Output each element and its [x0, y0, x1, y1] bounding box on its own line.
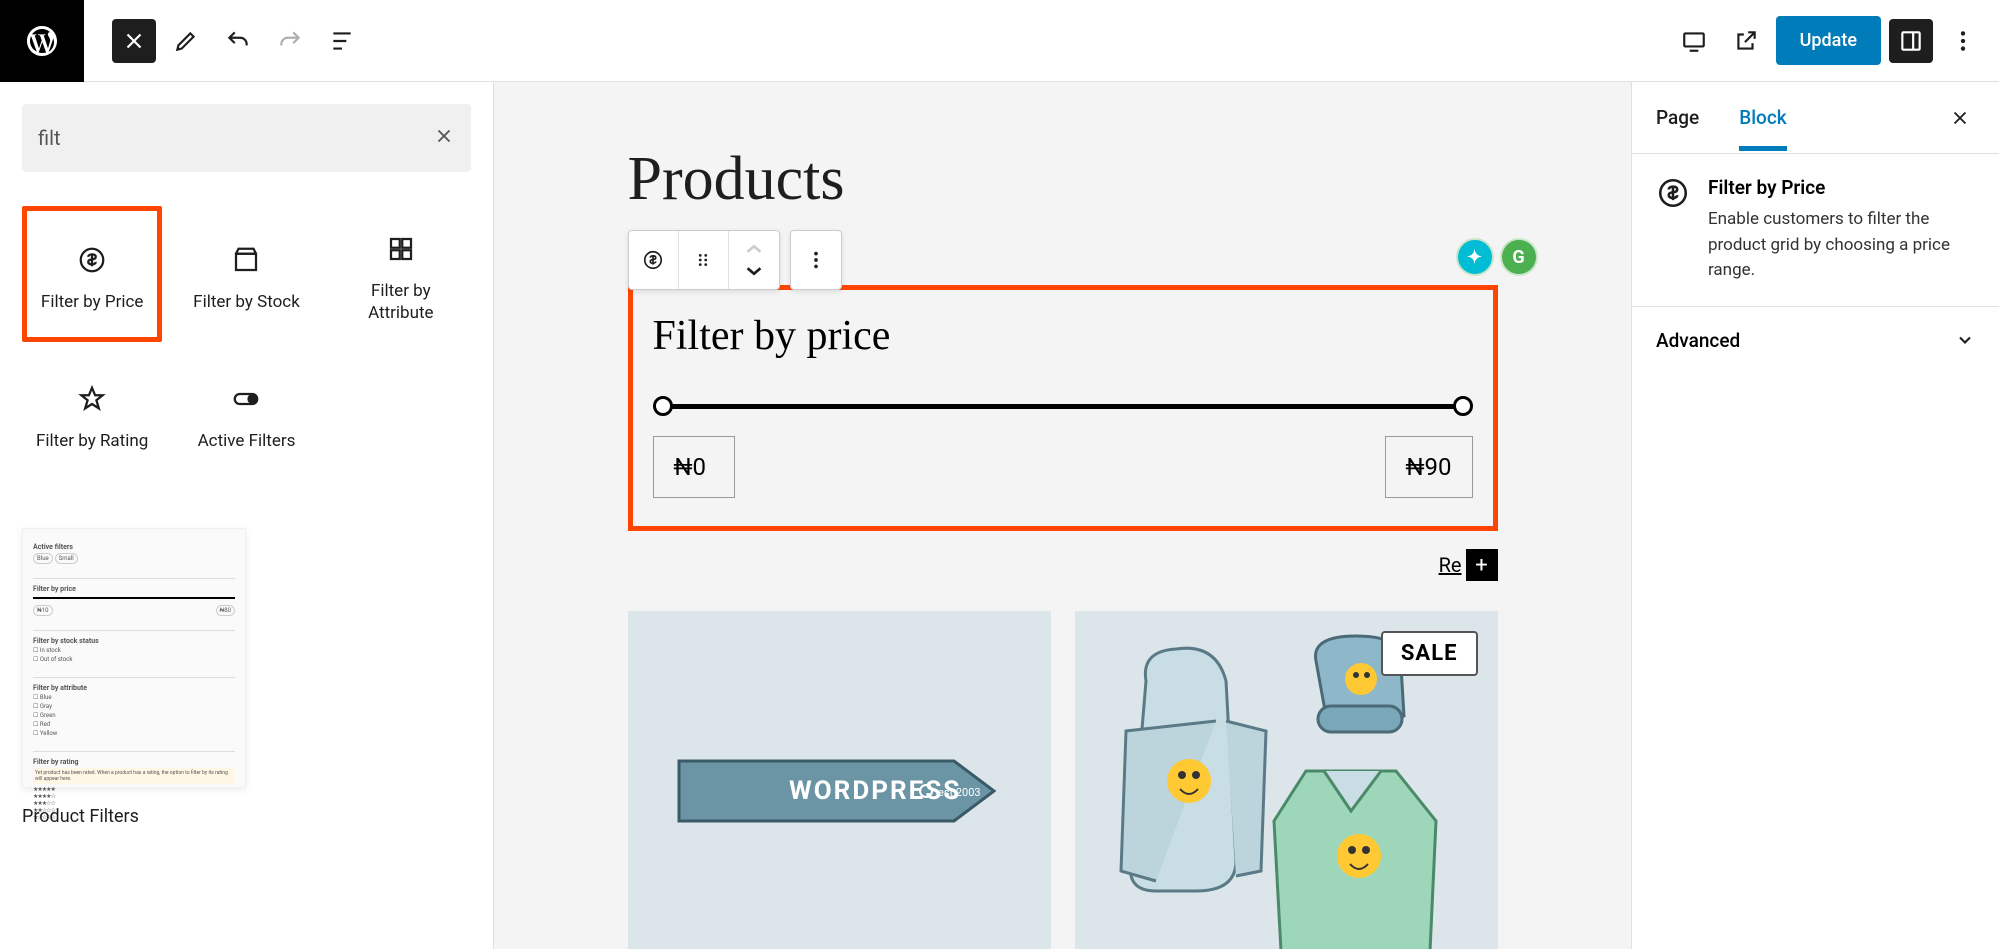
- document-overview-button[interactable]: [320, 19, 364, 63]
- advanced-panel-toggle[interactable]: Advanced: [1632, 307, 1999, 374]
- currency-icon: [77, 239, 107, 281]
- settings-sidebar: Page Block Filter by Price Enable custom…: [1631, 82, 1999, 949]
- filter-by-price-block[interactable]: Filter by price ₦0 ₦90: [628, 285, 1498, 531]
- undo-button[interactable]: [216, 19, 260, 63]
- price-slider[interactable]: [653, 394, 1473, 418]
- block-description: Enable customers to filter the product g…: [1708, 207, 1975, 284]
- close-inserter-button[interactable]: [112, 19, 156, 63]
- product-card[interactable]: WORDPRESS est 2003: [628, 611, 1051, 949]
- move-up-down-buttons[interactable]: [729, 231, 779, 289]
- chevron-down-icon: [1955, 330, 1975, 350]
- price-max-input[interactable]: ₦90: [1385, 436, 1473, 498]
- block-filter-by-rating[interactable]: Filter by Rating: [22, 356, 162, 470]
- block-label: Filter by Attribute: [339, 280, 463, 324]
- svg-text:est 2003: est 2003: [938, 786, 981, 799]
- toggle-icon: [231, 378, 261, 420]
- filter-block-title: Filter by price: [653, 312, 1473, 360]
- block-filter-by-attribute[interactable]: Filter by Attribute: [331, 206, 471, 342]
- reset-link[interactable]: Re: [1439, 553, 1462, 577]
- pattern-result[interactable]: Active filters Blue Small Filter by pric…: [22, 528, 471, 827]
- svg-text:WORDPRESS: WORDPRESS: [789, 776, 961, 806]
- editor-canvas: Products: [494, 82, 1631, 949]
- block-filter-by-stock[interactable]: Filter by Stock: [176, 206, 316, 342]
- drag-handle-icon[interactable]: [679, 231, 729, 289]
- yoast-icon[interactable]: ✦: [1456, 238, 1494, 276]
- block-name: Filter by Price: [1708, 176, 1975, 199]
- close-sidebar-icon[interactable]: [1945, 103, 1975, 133]
- grid-icon: [386, 228, 416, 270]
- block-label: Filter by Rating: [36, 430, 148, 452]
- redo-button[interactable]: [268, 19, 312, 63]
- add-block-button[interactable]: +: [1466, 549, 1498, 581]
- grammarly-icon[interactable]: G: [1500, 238, 1538, 276]
- slider-handle-min[interactable]: [653, 396, 673, 416]
- view-button[interactable]: [1672, 19, 1716, 63]
- block-label: Active Filters: [198, 430, 296, 452]
- star-icon: [77, 378, 107, 420]
- page-title[interactable]: Products: [628, 144, 1498, 215]
- block-active-filters[interactable]: Active Filters: [176, 356, 316, 470]
- currency-icon: [1656, 176, 1690, 284]
- tab-block[interactable]: Block: [1739, 84, 1786, 151]
- product-card[interactable]: SALE: [1075, 611, 1498, 949]
- block-inserter-panel: Filter by Price Filter by Stock Filter b…: [0, 82, 494, 949]
- edit-icon[interactable]: [164, 19, 208, 63]
- block-options-button[interactable]: [791, 231, 841, 289]
- update-button[interactable]: Update: [1776, 16, 1881, 65]
- options-menu-button[interactable]: [1941, 19, 1985, 63]
- editor-topbar: Update: [0, 0, 1999, 82]
- block-search-input[interactable]: [38, 126, 433, 150]
- settings-sidebar-toggle[interactable]: [1889, 19, 1933, 63]
- pattern-title: Product Filters: [22, 806, 471, 827]
- tab-page[interactable]: Page: [1656, 84, 1699, 151]
- block-label: Filter by Stock: [193, 291, 300, 313]
- slider-handle-max[interactable]: [1453, 396, 1473, 416]
- block-filter-by-price[interactable]: Filter by Price: [22, 206, 162, 342]
- box-icon: [231, 239, 261, 281]
- pattern-preview-thumbnail: Active filters Blue Small Filter by pric…: [22, 528, 246, 788]
- sale-badge: SALE: [1381, 631, 1478, 676]
- external-link-icon[interactable]: [1724, 19, 1768, 63]
- block-label: Filter by Price: [41, 291, 143, 313]
- block-search-input-wrap: [22, 104, 471, 172]
- block-type-icon[interactable]: [629, 231, 679, 289]
- price-min-input[interactable]: ₦0: [653, 436, 735, 498]
- wordpress-logo[interactable]: [0, 0, 84, 82]
- clear-search-icon[interactable]: [433, 125, 455, 151]
- block-toolbar: [628, 230, 842, 290]
